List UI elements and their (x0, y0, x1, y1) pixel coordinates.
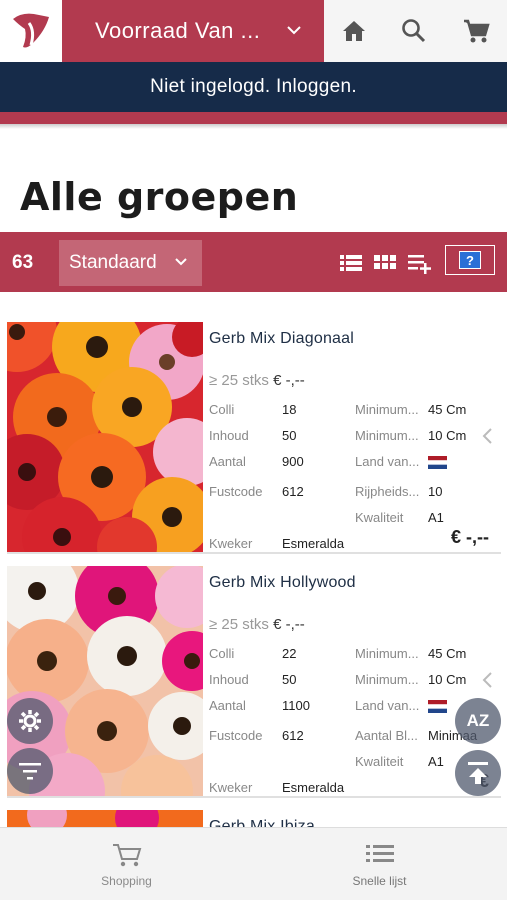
spec-value: 10 Cm (428, 428, 467, 443)
list-icon (365, 844, 394, 862)
spec-value: 900 (282, 454, 304, 469)
netherlands-flag-icon (428, 456, 447, 469)
spec-label: Fustcode (209, 728, 263, 743)
spec-value: 10 Cm (428, 672, 467, 687)
logo-icon (13, 13, 49, 48)
search-button[interactable] (384, 0, 444, 62)
spec-value: 50 (282, 672, 297, 687)
spec-value: 45 Cm (428, 402, 467, 417)
sort-select[interactable]: Standaard (59, 240, 202, 286)
spec-label: Kwaliteit (355, 510, 404, 525)
result-count: 63 (12, 252, 34, 273)
spec-label: Aantal (209, 698, 246, 713)
spec-label: Aantal (209, 454, 246, 469)
spec-label: Kweker (209, 536, 253, 551)
list-toolbar: 63 Standaard (0, 232, 507, 292)
store-selector[interactable]: Voorraad Van ... (62, 0, 324, 62)
spec-value: 612 (282, 728, 304, 743)
playlist-add-icon[interactable] (406, 250, 432, 276)
price-qty: ≥ 25 stks (209, 372, 269, 389)
spec-label: Rijpheids... (355, 484, 420, 499)
sort-az-button[interactable]: AZ (455, 698, 501, 744)
top-bar: Voorraad Van ... (0, 0, 507, 62)
spec-value: 22 (282, 646, 297, 661)
spec-label: Fustcode (209, 484, 263, 499)
search-icon (402, 19, 426, 43)
spec-value: 45 Cm (428, 646, 467, 661)
spec-value: 612 (282, 484, 304, 499)
chevron-left-icon[interactable] (481, 427, 493, 445)
spec-label: Colli (209, 646, 235, 661)
product-card[interactable]: Gerb Mix Hollywood ≥ 25 stks € -,-- Coll… (7, 566, 501, 798)
home-icon (343, 21, 365, 41)
spec-label: Colli (209, 402, 235, 417)
bottom-nav: Shopping Snelle lijst (0, 827, 507, 900)
nav-label: Shopping (101, 873, 152, 888)
arrow-up-to-top-icon (468, 762, 488, 784)
scroll-top-button[interactable] (455, 750, 501, 796)
store-name: Voorraad Van ... (95, 18, 261, 43)
cart-icon (464, 19, 490, 43)
chevron-down-icon (175, 258, 187, 266)
help-icon: ? (459, 251, 481, 269)
spec-label: Minimum... (355, 402, 419, 417)
spec-label: Minimum... (355, 646, 419, 661)
nav-quick-list[interactable]: Snelle lijst (253, 828, 506, 901)
help-button[interactable]: ? (445, 245, 495, 275)
netherlands-flag-icon (428, 700, 447, 713)
product-name[interactable]: Gerb Mix Diagonaal (209, 330, 354, 348)
settings-button[interactable] (7, 698, 53, 744)
gear-icon (19, 710, 41, 732)
spec-label: Aantal Bl... (355, 728, 418, 743)
nav-shopping[interactable]: Shopping (0, 828, 253, 901)
grower-name: Esmeralda (282, 536, 345, 551)
price-tier: ≥ 25 stks € -,-- (209, 616, 305, 633)
accent-strip (0, 112, 507, 124)
product-name[interactable]: Gerb Mix Hollywood (209, 574, 356, 592)
spec-label: Inhoud (209, 672, 249, 687)
app-logo[interactable] (0, 0, 62, 62)
divider (0, 124, 507, 129)
cart-icon (112, 843, 141, 866)
cart-button[interactable] (446, 0, 506, 62)
filter-icon (19, 763, 41, 780)
chevron-down-icon (287, 26, 301, 35)
spec-label: Minimum... (355, 428, 419, 443)
product-card[interactable]: Gerb Mix Diagonaal ≥ 25 stks € -,-- Coll… (7, 322, 501, 554)
login-link[interactable]: Niet ingelogd. Inloggen. (0, 62, 507, 112)
spec-label: Land van... (355, 698, 420, 713)
chevron-left-icon[interactable] (481, 671, 493, 689)
grid-view-icon[interactable] (372, 250, 398, 276)
spec-value: A1 (428, 510, 444, 525)
spec-label: Kwaliteit (355, 754, 404, 769)
page-title: Alle groepen (20, 175, 299, 219)
product-price: € -,-- (451, 527, 489, 547)
spec-label: Land van... (355, 454, 420, 469)
spec-label: Kweker (209, 780, 253, 795)
price-tier: ≥ 25 stks € -,-- (209, 372, 305, 389)
spec-value: A1 (428, 754, 444, 769)
home-button[interactable] (324, 0, 384, 62)
login-text: Niet ingelogd. Inloggen. (150, 76, 357, 97)
product-image (7, 322, 203, 552)
filter-button[interactable] (7, 748, 53, 794)
grower-name: Esmeralda (282, 780, 345, 795)
spec-label: Inhoud (209, 428, 249, 443)
spec-value: 1100 (282, 698, 310, 713)
price-value: € -,-- (273, 616, 305, 633)
spec-value: 50 (282, 428, 297, 443)
price-value: € -,-- (273, 372, 305, 389)
sort-value: Standaard (69, 252, 157, 273)
spec-value: 10 (428, 484, 443, 499)
list-view-icon[interactable] (338, 250, 364, 276)
nav-label: Snelle lijst (352, 873, 407, 888)
spec-label: Minimum... (355, 672, 419, 687)
sort-az-icon: AZ (466, 711, 490, 730)
price-qty: ≥ 25 stks (209, 616, 269, 633)
spec-value: 18 (282, 402, 297, 417)
